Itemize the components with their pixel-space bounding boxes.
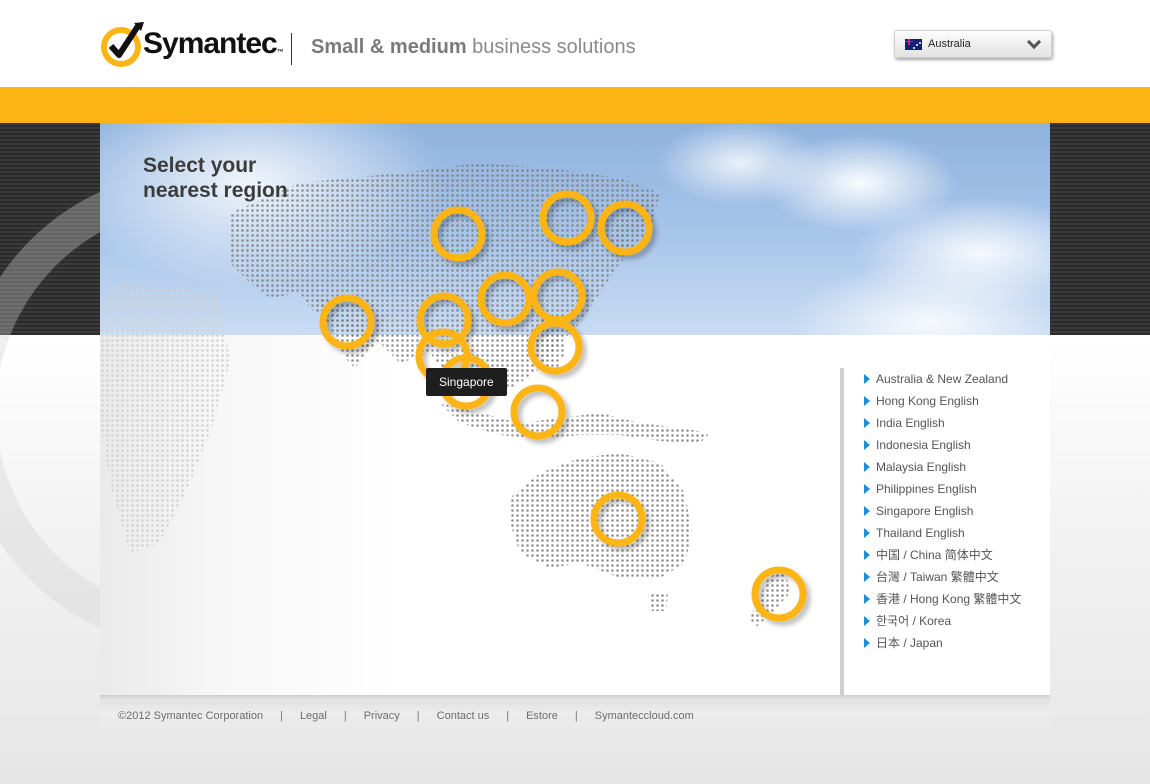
indonesia-landmass <box>440 403 710 443</box>
region-link[interactable]: Indonesia English <box>844 434 1050 456</box>
footer-link[interactable]: Contact us <box>437 710 490 722</box>
region-link[interactable]: Philippines English <box>844 478 1050 500</box>
header-divider <box>291 33 292 65</box>
arrow-right-icon <box>864 550 870 560</box>
africa-landmass <box>100 283 230 553</box>
region-link-label: Singapore English <box>876 504 974 518</box>
region-link[interactable]: Malaysia English <box>844 456 1050 478</box>
region-link-label: 台灣 / Taiwan 繁體中文 <box>876 570 999 584</box>
region-link-label: 한국어 / Korea <box>876 614 952 628</box>
site-header: Symantec ™ Small & medium business solut… <box>0 0 1150 87</box>
footer-link[interactable]: Symanteccloud.com <box>595 710 694 722</box>
arrow-right-icon <box>864 506 870 516</box>
arrow-right-icon <box>864 594 870 604</box>
region-link-label: Hong Kong English <box>876 394 979 408</box>
chevron-down-icon <box>1026 34 1042 50</box>
footer-separator: | <box>343 710 347 722</box>
symantec-logo[interactable]: Symantec ™ <box>100 20 284 68</box>
region-link-label: Indonesia English <box>876 438 971 452</box>
country-selector-value: Australia <box>928 38 971 50</box>
region-link[interactable]: Thailand English <box>844 522 1050 544</box>
logo-trademark: ™ <box>276 49 284 56</box>
australia-landmass <box>510 453 692 578</box>
region-panel: Select your nearest region Singapore Aus… <box>100 123 1050 695</box>
footer-link[interactable]: Legal <box>300 710 327 722</box>
region-link[interactable]: 한국어 / Korea <box>844 610 1050 632</box>
region-link[interactable]: India English <box>844 412 1050 434</box>
region-link-label: India English <box>876 416 945 430</box>
region-list: Australia & New Zealand Hong Kong English… <box>840 368 1050 695</box>
australia-flag-icon <box>905 38 922 50</box>
logo-text: Symantec <box>143 27 278 60</box>
region-link-label: Malaysia English <box>876 460 967 474</box>
region-link-label: Thailand English <box>876 526 965 540</box>
footer-separator: | <box>416 710 420 722</box>
arrow-right-icon <box>864 638 870 648</box>
footer-separator: | <box>574 710 578 722</box>
tagline-rest: business solutions <box>466 36 636 58</box>
region-link[interactable]: Hong Kong English <box>844 390 1050 412</box>
region-link[interactable]: 日本 / Japan <box>844 632 1050 654</box>
arrow-right-icon <box>864 440 870 450</box>
footer-link[interactable]: Privacy <box>364 710 400 722</box>
footer-separator: | <box>506 710 510 722</box>
asia-landmass <box>230 163 660 393</box>
arrow-right-icon <box>864 572 870 582</box>
footer: ©2012 Symantec Corporation | Legal | Privac… <box>100 701 1050 731</box>
arrow-right-icon <box>864 528 870 538</box>
footer-separator: | <box>280 710 283 722</box>
region-link-label: Philippines English <box>876 482 977 496</box>
arrow-right-icon <box>864 616 870 626</box>
region-link[interactable]: Australia & New Zealand <box>844 368 1050 390</box>
region-link-label: 日本 / Japan <box>876 636 943 650</box>
tagline: Small & medium business solutions <box>311 36 636 59</box>
arrow-right-icon <box>864 396 870 406</box>
checkmark-logo-icon <box>100 20 146 68</box>
region-link-label: Australia & New Zealand <box>876 372 1009 386</box>
region-link-label: 香港 / Hong Kong 繁體中文 <box>876 592 1022 606</box>
page-title-line1: Select your <box>143 154 257 177</box>
map-tooltip: Singapore <box>426 368 507 396</box>
arrow-right-icon <box>864 484 870 494</box>
region-link-label: 中国 / China 简体中文 <box>876 548 993 562</box>
region-link[interactable]: 香港 / Hong Kong 繁體中文 <box>844 588 1050 610</box>
region-link[interactable]: 中国 / China 简体中文 <box>844 544 1050 566</box>
tagline-bold: Small & medium <box>311 36 467 58</box>
tasmania-landmass <box>648 593 668 611</box>
page-title: Select your nearest region <box>143 153 288 203</box>
region-link[interactable]: Singapore English <box>844 500 1050 522</box>
arrow-right-icon <box>864 462 870 472</box>
footer-link[interactable]: Estore <box>526 710 558 722</box>
country-selector[interactable]: Australia <box>894 30 1052 58</box>
accent-bar <box>0 87 1150 123</box>
page-title-line2: nearest region <box>143 179 288 202</box>
footer-copyright: ©2012 Symantec Corporation <box>118 710 264 722</box>
arrow-right-icon <box>864 374 870 384</box>
arrow-right-icon <box>864 418 870 428</box>
region-link[interactable]: 台灣 / Taiwan 繁體中文 <box>844 566 1050 588</box>
